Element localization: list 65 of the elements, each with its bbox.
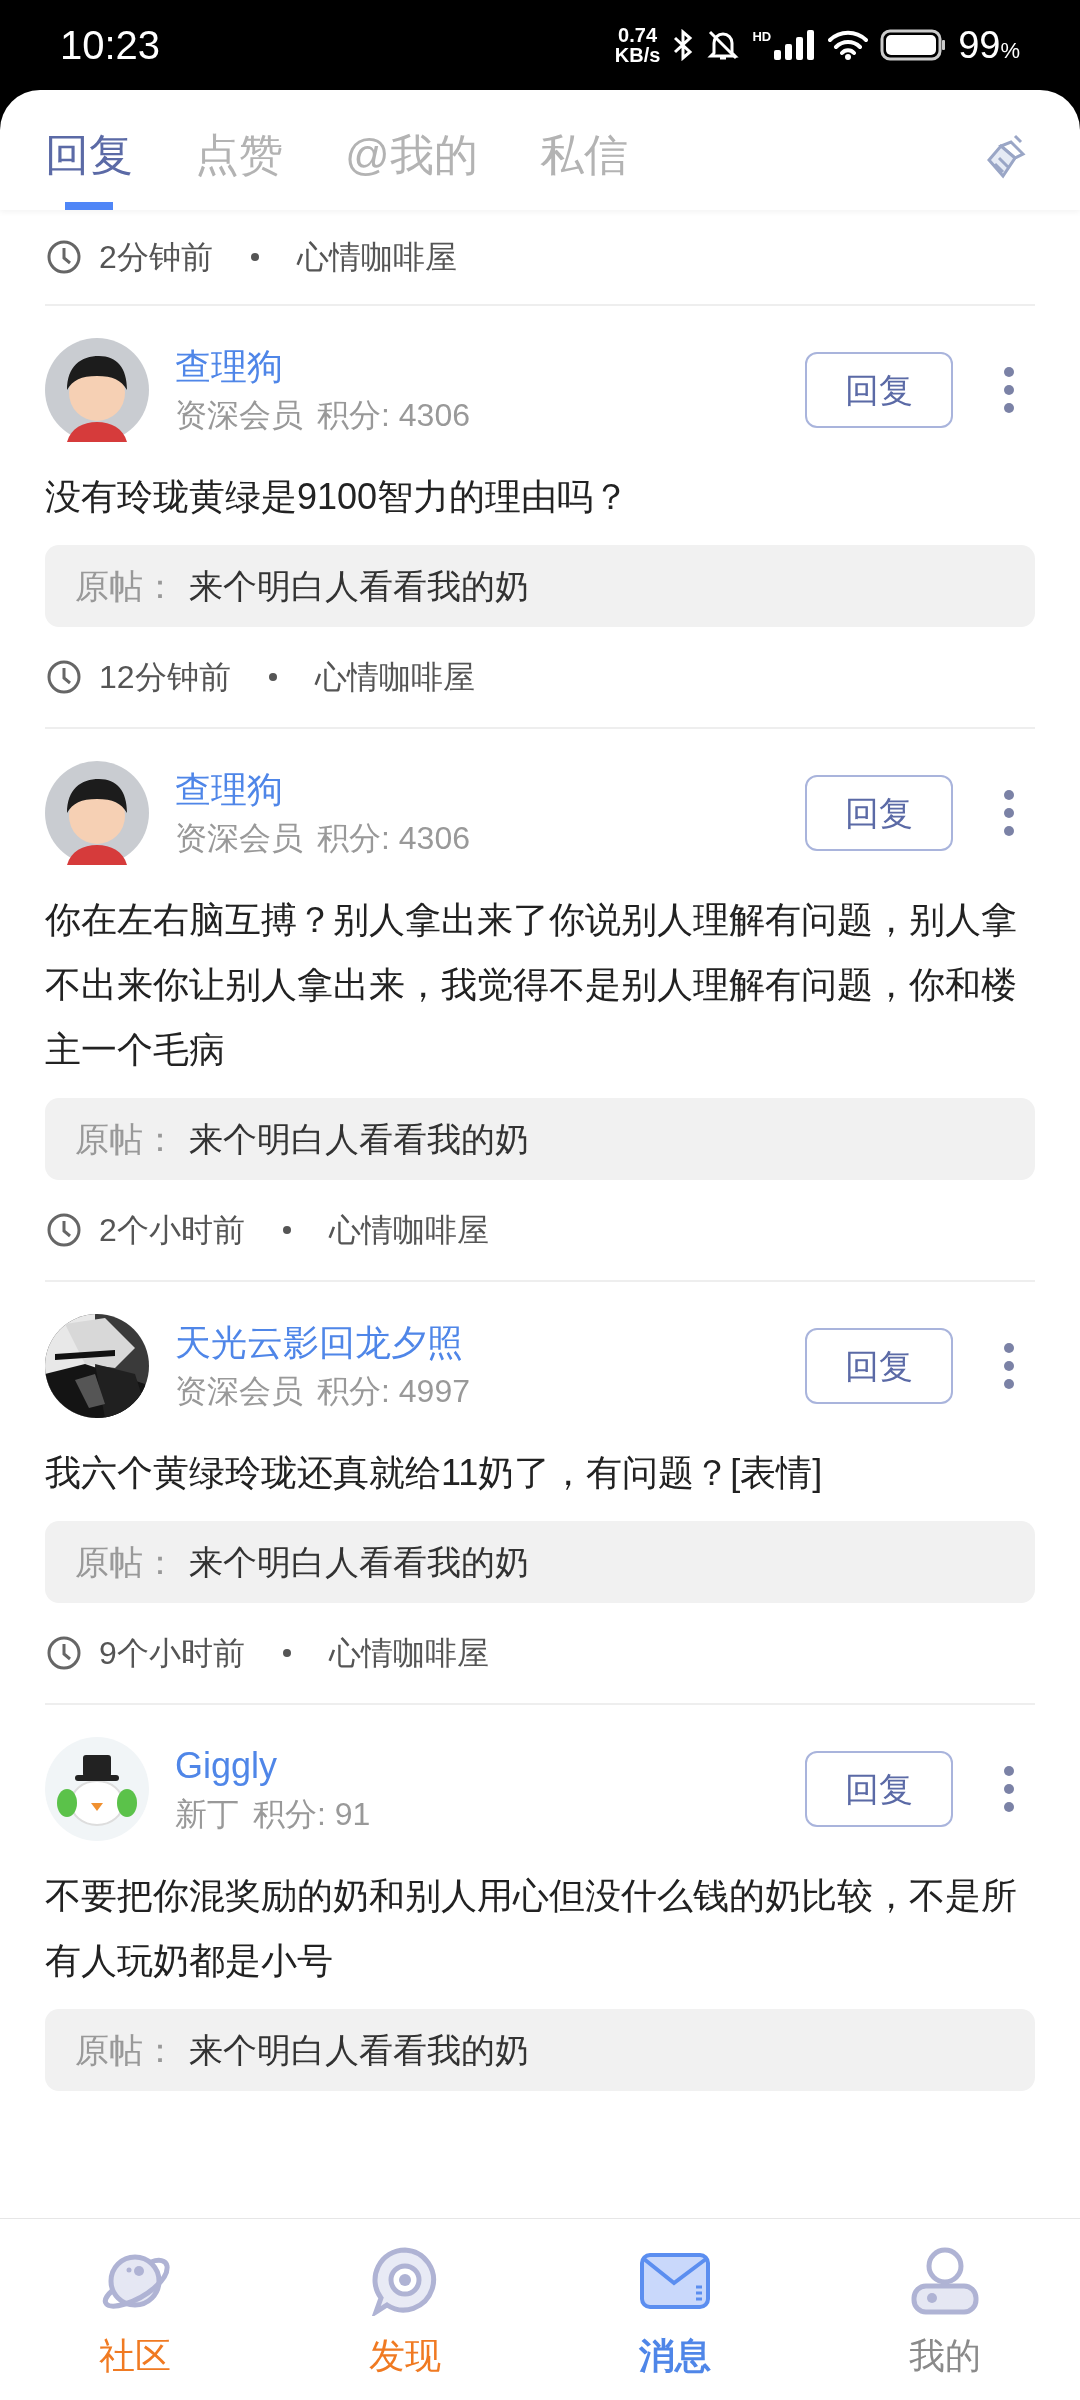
original-post-title: 来个明白人看看我的奶 (189, 565, 529, 607)
username[interactable]: Giggly (175, 1741, 371, 1791)
network-type: HD (752, 30, 772, 43)
original-post-quote[interactable]: 原帖： 来个明白人看看我的奶 (45, 545, 1035, 627)
member-rank: 资深会员 (175, 1372, 303, 1411)
battery-level: 99% (958, 22, 1020, 68)
member-rank: 资深会员 (175, 396, 303, 435)
clock-icon (45, 1211, 83, 1249)
more-icon[interactable] (1003, 366, 1015, 414)
original-post-quote[interactable]: 原帖： 来个明白人看看我的奶 (45, 1098, 1035, 1180)
forum-link[interactable]: 心情咖啡屋 (328, 1629, 489, 1677)
forum-link[interactable]: 心情咖啡屋 (328, 1206, 489, 1254)
reply-text: 没有玲珑黄绿是9100智力的理由吗？ (45, 475, 631, 519)
nav-tab[interactable]: 发现 (270, 2219, 540, 2400)
bluetooth-icon (672, 29, 695, 61)
reply-button[interactable]: 回复 (805, 1328, 953, 1404)
original-post-title: 来个明白人看看我的奶 (189, 2029, 529, 2071)
avatar[interactable] (45, 761, 149, 865)
reply-button[interactable]: 回复 (805, 352, 953, 428)
battery-icon (880, 29, 947, 61)
username[interactable]: 天光云影回龙夕照 (175, 1318, 470, 1368)
more-icon[interactable] (1003, 789, 1015, 837)
points: 积分: 4306 (317, 396, 470, 435)
username[interactable]: 查理狗 (175, 342, 470, 392)
member-rank: 资深会员 (175, 819, 303, 858)
post-time: 2分钟前 (99, 238, 213, 277)
forum-link[interactable]: 心情咖啡屋 (314, 653, 475, 701)
points: 积分: 4306 (317, 819, 470, 858)
nav-tab[interactable]: 消息 (540, 2219, 810, 2400)
post-time: 2个小时前 (99, 1211, 245, 1250)
member-rank: 新丁 (175, 1795, 239, 1834)
quote-label: 原帖： (75, 1541, 177, 1583)
reply-button[interactable]: 回复 (805, 775, 953, 851)
more-icon[interactable] (1003, 1765, 1015, 1813)
clock-icon (45, 658, 83, 696)
more-icon[interactable] (1003, 1342, 1015, 1390)
reply-text: 不要把你混奖励的奶和别人用心但没什么钱的奶比较，不是所有人玩奶都是小号 (45, 1874, 1018, 1983)
clock-icon (45, 1634, 83, 1672)
wifi-icon (828, 30, 869, 60)
signal-icon (774, 30, 817, 60)
clock: 10:23 (60, 22, 161, 69)
quote-label: 原帖： (75, 2029, 177, 2071)
network-speed: 0.74 KB/s (614, 25, 661, 65)
quote-label: 原帖： (75, 1118, 177, 1160)
muted-bell-icon (706, 28, 741, 62)
post-time: 9个小时前 (99, 1634, 245, 1673)
original-post-quote[interactable]: 原帖： 来个明白人看看我的奶 (45, 1521, 1035, 1603)
tab[interactable]: 回复 (45, 100, 133, 210)
original-post-title: 来个明白人看看我的奶 (189, 1118, 529, 1160)
avatar[interactable] (45, 338, 149, 442)
avatar[interactable] (45, 1737, 149, 1841)
reply-button[interactable]: 回复 (805, 1751, 953, 1827)
clock-icon (45, 238, 83, 276)
quote-label: 原帖： (75, 565, 177, 607)
reply-text: 你在左右脑互搏？别人拿出来了你说别人理解有问题，别人拿不出来你让别人拿出来，我觉得不是别人理解有问题，你和楼主一个毛病 (45, 898, 1018, 1072)
post-time: 12分钟前 (99, 658, 231, 697)
original-post-title: 来个明白人看看我的奶 (189, 1541, 529, 1583)
username[interactable]: 查理狗 (175, 765, 470, 815)
points: 积分: 4997 (317, 1372, 470, 1411)
reply-text: 我六个黄绿玲珑还真就给11奶了，有问题？[表情] (45, 1451, 824, 1495)
nav-tab[interactable]: 我的 (810, 2219, 1080, 2400)
forum-link[interactable]: 心情咖啡屋 (296, 233, 457, 281)
original-post-quote[interactable]: 原帖： 来个明白人看看我的奶 (45, 2009, 1035, 2091)
points: 积分: 91 (253, 1795, 371, 1834)
nav-tab[interactable]: 社区 (0, 2219, 270, 2400)
